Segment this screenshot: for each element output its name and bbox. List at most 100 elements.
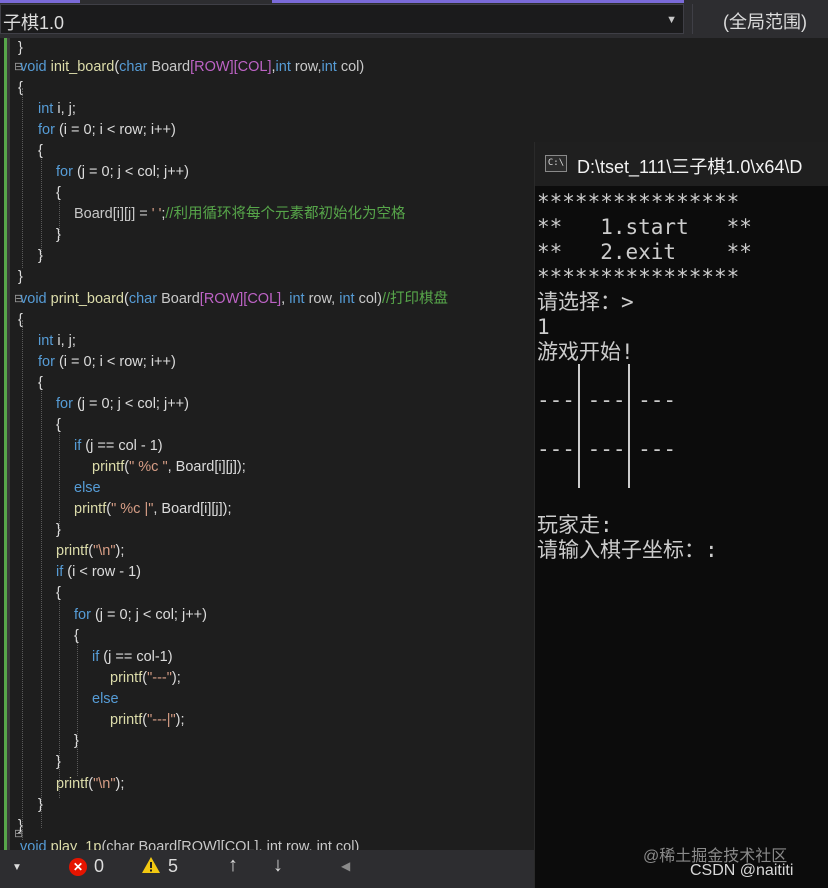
code-text: { [38, 375, 43, 391]
code-keyword: int [321, 59, 337, 75]
code-line: else [74, 478, 101, 499]
code-text: { [56, 585, 61, 601]
console-line: 1 [537, 315, 550, 339]
code-text: (char Board[ROW][COL], int row, int col) [101, 839, 360, 850]
code-line: printf("---"); [110, 668, 181, 689]
arrow-up-icon[interactable]: ↑ [228, 854, 238, 877]
code-line: } [18, 267, 23, 288]
code-function: printf [110, 670, 143, 686]
indent-guide [59, 430, 60, 534]
console-line: 游戏开始! [537, 340, 634, 364]
code-line: { [56, 415, 61, 436]
code-keyword: for [74, 607, 91, 623]
code-macro: [ROW][COL] [199, 291, 282, 307]
console-line: **************** [537, 265, 740, 289]
arrow-down-icon[interactable]: ↓ [273, 854, 283, 877]
code-line: } [56, 520, 61, 541]
code-function: printf [56, 543, 89, 559]
code-line: { [56, 583, 61, 604]
code-string: "---|" [147, 712, 176, 728]
status-bar: ▼ ✕ 0 5 ↑ ↓ ◀ [0, 850, 534, 888]
console-titlebar[interactable]: C:\ D:\tset_111\三子棋1.0\x64\D [535, 142, 828, 186]
code-text: Board [157, 291, 200, 307]
chevron-down-icon[interactable]: ▼ [12, 862, 22, 873]
code-keyword: else [74, 480, 101, 496]
code-keyword: int [289, 291, 305, 307]
x-circle-icon[interactable]: ✕ [69, 858, 87, 876]
scope-dropdown[interactable]: (全局范围) [692, 4, 828, 34]
code-keyword: char [119, 59, 148, 75]
code-keyword: void [20, 291, 47, 307]
code-text: } [56, 754, 61, 770]
code-text: { [74, 628, 79, 644]
indent-guide [22, 320, 23, 840]
code-string: "\n" [93, 776, 116, 792]
code-line: void init_board(char Board[ROW][COL],int… [20, 57, 364, 78]
project-dropdown[interactable]: 子棋1.0 ▼ [0, 4, 684, 34]
code-text: col) [354, 291, 382, 307]
code-line: printf("\n"); [56, 541, 124, 562]
warning-count[interactable]: 5 [168, 856, 178, 877]
console-line: ** 2.exit ** [537, 240, 752, 264]
code-text: (j = 0; j < col; j++) [72, 396, 189, 412]
code-line: printf(" %c ", Board[i][j]); [92, 457, 246, 478]
tab-accent [272, 0, 684, 3]
code-text: row, [304, 291, 340, 307]
error-count[interactable]: 0 [94, 856, 104, 877]
code-editor[interactable]: ⊟ ⊟ ⊟ } void init_board(char Board[ROW][… [0, 38, 534, 850]
code-keyword: else [92, 691, 119, 707]
code-line: if (j == col - 1) [74, 436, 163, 457]
code-function: print_board [50, 291, 124, 307]
code-text: (i < row - 1) [63, 564, 141, 580]
code-line: if (i < row - 1) [56, 562, 141, 583]
code-function: play_1p [50, 839, 102, 850]
code-keyword: for [56, 396, 73, 412]
code-macro: [ROW][COL] [190, 59, 272, 75]
code-keyword: char [128, 291, 158, 307]
warning-triangle-icon[interactable] [141, 856, 161, 874]
code-text: } [74, 733, 79, 749]
console-icon: C:\ [545, 155, 567, 172]
board-divider [578, 364, 580, 488]
triangle-left-icon[interactable]: ◀ [341, 859, 350, 873]
code-keyword: for [56, 164, 73, 180]
code-line: } [38, 795, 43, 816]
code-line: } [56, 225, 61, 246]
code-comment: //打印棋盘 [381, 291, 449, 307]
code-text: { [18, 312, 23, 328]
code-text: } [18, 40, 23, 56]
code-string: "\n" [93, 543, 116, 559]
indent-guide [41, 156, 42, 260]
board-divider [628, 364, 630, 488]
code-line: int i, j; [38, 331, 76, 352]
code-text: } [18, 269, 23, 285]
code-keyword: int [339, 291, 355, 307]
code-text: Board[i][j] = [74, 206, 152, 222]
code-line: } [56, 752, 61, 773]
project-name: 子棋1.0 [3, 13, 65, 33]
code-text: { [18, 80, 23, 96]
navigation-bar: 子棋1.0 ▼ (全局范围) [0, 0, 828, 38]
console-line: 玩家走: [537, 513, 613, 537]
code-line: } [18, 816, 23, 837]
code-text: (j == col - 1) [81, 438, 163, 454]
code-line: for (j = 0; j < col; j++) [56, 394, 189, 415]
console-line: ** 1.start ** [537, 215, 752, 239]
code-string: "---" [147, 670, 172, 686]
code-line: void play_1p(char Board[ROW][COL], int r… [20, 837, 359, 850]
console-window[interactable]: C:\ D:\tset_111\三子棋1.0\x64\D ***********… [534, 142, 828, 888]
code-line: { [18, 310, 23, 331]
code-string: " %c " [129, 459, 168, 475]
tab-accent [0, 0, 80, 3]
code-text: } [56, 227, 61, 243]
code-line: } [18, 38, 23, 59]
code-line: for (i = 0; i < row; i++) [38, 352, 176, 373]
code-text: { [38, 143, 43, 159]
chevron-down-icon[interactable]: ▼ [666, 14, 677, 26]
code-text: ); [115, 776, 125, 792]
code-function: printf [110, 712, 143, 728]
code-text: ); [175, 712, 185, 728]
code-text: (i = 0; i < row; i++) [54, 122, 176, 138]
watermark: CSDN @naititi [690, 862, 794, 879]
code-text: } [38, 248, 43, 264]
